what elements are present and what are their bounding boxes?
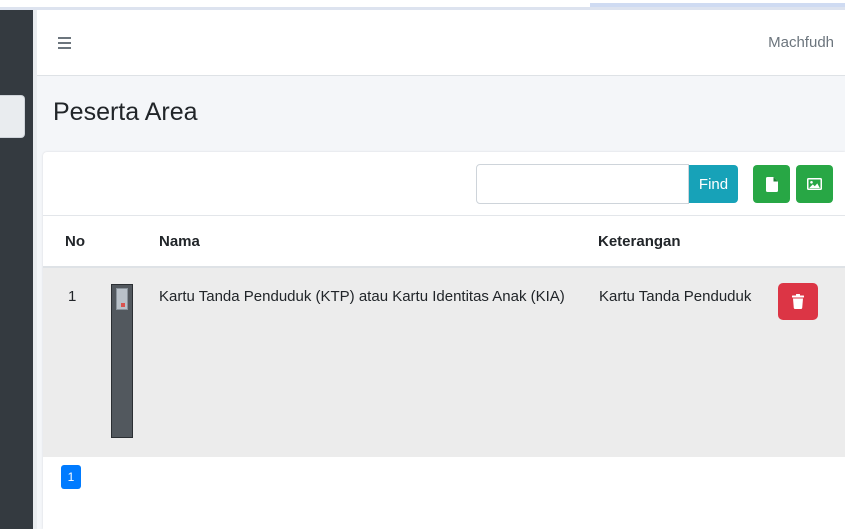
sidebar-active-tab[interactable] (0, 95, 25, 138)
delete-button[interactable] (778, 283, 818, 320)
table-row: 1 Kartu Tanda Penduduk (KTP) atau Kartu … (43, 268, 845, 457)
user-name[interactable]: Machfudh (768, 34, 834, 51)
sidebar (0, 10, 37, 529)
content-wrapper: Peserta Area Find No Nama Keterangan 1 K… (37, 76, 845, 529)
trash-icon (792, 294, 804, 309)
thumbnail-image (116, 288, 128, 310)
column-header-keterangan: Keterangan (598, 233, 681, 250)
card-toolbar: Find (43, 152, 845, 216)
pagination-page-1[interactable]: 1 (61, 465, 81, 489)
image-button[interactable] (796, 165, 833, 203)
document-thumbnail[interactable] (111, 284, 133, 438)
search-input[interactable] (476, 164, 689, 204)
peserta-card: Find No Nama Keterangan 1 Kartu Tanda Pe… (43, 152, 845, 529)
image-icon (807, 178, 822, 190)
table-header: No Nama Keterangan (43, 216, 845, 268)
row-nama: Kartu Tanda Penduduk (KTP) atau Kartu Id… (159, 288, 565, 305)
column-header-no: No (65, 233, 85, 250)
find-button[interactable]: Find (689, 165, 738, 203)
row-keterangan: Kartu Tanda Penduduk (599, 288, 752, 305)
top-navbar: Machfudh (37, 10, 845, 76)
browser-top-strip (0, 0, 845, 10)
page-title: Peserta Area (53, 98, 198, 126)
file-icon (765, 176, 778, 192)
file-button[interactable] (753, 165, 790, 203)
top-accent (590, 3, 845, 7)
column-header-nama: Nama (159, 233, 200, 250)
bars-icon[interactable] (58, 37, 71, 49)
row-number: 1 (68, 288, 77, 305)
